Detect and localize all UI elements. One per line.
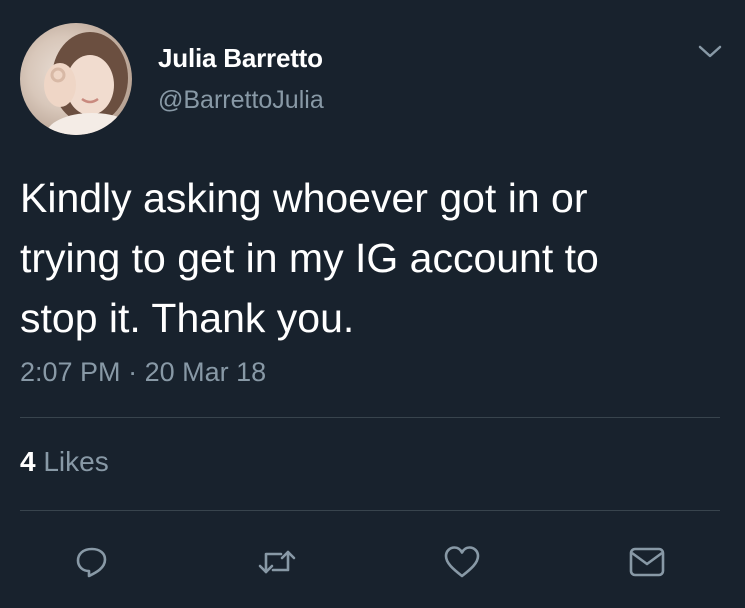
like-button[interactable]	[442, 544, 482, 584]
chevron-down-icon[interactable]	[697, 42, 723, 62]
retweet-button[interactable]	[257, 544, 297, 584]
divider	[20, 417, 720, 418]
user-handle[interactable]: @BarrettoJulia	[158, 86, 324, 115]
timestamp-separator: ·	[120, 357, 145, 387]
direct-message-button[interactable]	[627, 544, 667, 584]
heart-icon	[443, 544, 481, 585]
likes-stat[interactable]: 4 Likes	[20, 446, 109, 478]
envelope-icon	[628, 545, 666, 584]
display-name[interactable]: Julia Barretto	[158, 43, 323, 74]
tweet-time: 2:07 PM	[20, 357, 121, 387]
divider	[20, 510, 720, 511]
retweet-icon	[257, 544, 297, 585]
tweet-text: Kindly asking whoever got in or trying t…	[20, 175, 599, 341]
likes-label: Likes	[35, 446, 109, 477]
avatar[interactable]	[20, 23, 132, 135]
tweet-date: 20 Mar 18	[144, 357, 267, 387]
tweet-timestamp[interactable]: 2:07 PM · 20 Mar 18	[20, 357, 266, 388]
reply-button[interactable]	[72, 544, 112, 584]
reply-icon	[74, 544, 110, 585]
likes-count: 4	[20, 446, 36, 477]
